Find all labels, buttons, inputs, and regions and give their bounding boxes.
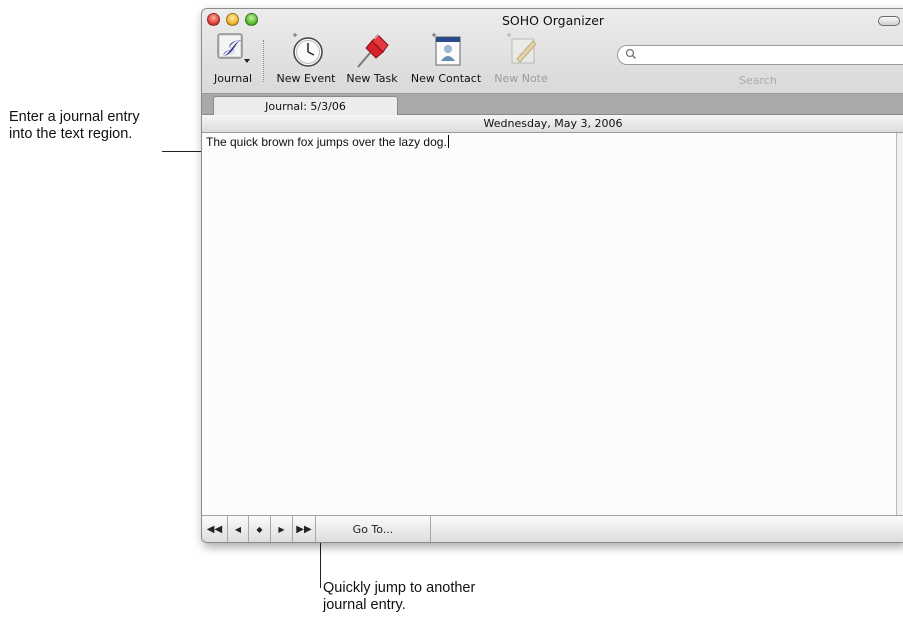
navigation-bar: ◀◀ ◀ ◆ ▶ ▶▶ Go To... [202,515,903,542]
go-to-button[interactable]: Go To... [316,516,431,542]
new-event-button[interactable]: New Event [273,31,339,85]
toolbar: SOHO Organizer 𝒥 Journal New Event New T… [202,9,903,94]
search-label: Search [739,74,777,87]
new-task-button[interactable]: New Task [343,31,401,85]
new-note-button[interactable]: New Note [490,31,552,85]
next-entry-button[interactable]: ▶ [271,516,293,542]
toolbar-toggle-button[interactable] [878,16,900,26]
new-contact-button[interactable]: New Contact [408,31,484,85]
pushpin-icon [357,33,389,68]
previous-entry-button[interactable]: ◀ [228,516,249,542]
new-event-label: New Event [276,72,336,85]
new-contact-label: New Contact [410,72,482,85]
text-caret [447,135,449,148]
contact-card-icon [432,33,461,66]
journal-icon: 𝒥 [217,33,250,63]
callout-jump: Quickly jump to another journal entry. [323,580,475,614]
window-title: SOHO Organizer [501,13,605,28]
vertical-scrollbar[interactable] [896,133,903,515]
clock-icon [293,33,323,67]
callout-journal-entry: Enter a journal entry into the text regi… [9,109,140,143]
new-note-label: New Note [494,72,548,85]
today-entry-button[interactable]: ◆ [249,516,271,542]
journal-text-region[interactable]: The quick brown fox jumps over the lazy … [202,133,896,515]
journal-label: Journal [213,72,253,85]
callout-leader-line [162,151,201,152]
journal-date-header: Wednesday, May 3, 2006 [202,115,903,133]
callout-line-2: into the text region. [9,126,133,142]
journal-button[interactable]: 𝒥 Journal [205,31,261,85]
tab-bar: Journal: 5/3/06 [202,94,903,116]
journal-entry-text[interactable]: The quick brown fox jumps over the lazy … [206,135,449,149]
callout-line-2: journal entry. [323,597,406,613]
search-icon [625,48,637,60]
note-pencil-icon [507,33,537,64]
app-window: SOHO Organizer 𝒥 Journal New Event New T… [201,8,903,543]
callout-line-1: Quickly jump to another [323,580,476,596]
first-entry-button[interactable]: ◀◀ [202,516,228,542]
toolbar-separator [263,40,264,82]
last-entry-button[interactable]: ▶▶ [293,516,316,542]
journal-entry-content: The quick brown fox jumps over the lazy … [206,135,447,149]
new-task-label: New Task [346,72,398,85]
callout-line-1: Enter a journal entry [9,109,140,125]
tab-journal[interactable]: Journal: 5/3/06 [213,96,398,116]
search-input[interactable] [617,45,903,65]
